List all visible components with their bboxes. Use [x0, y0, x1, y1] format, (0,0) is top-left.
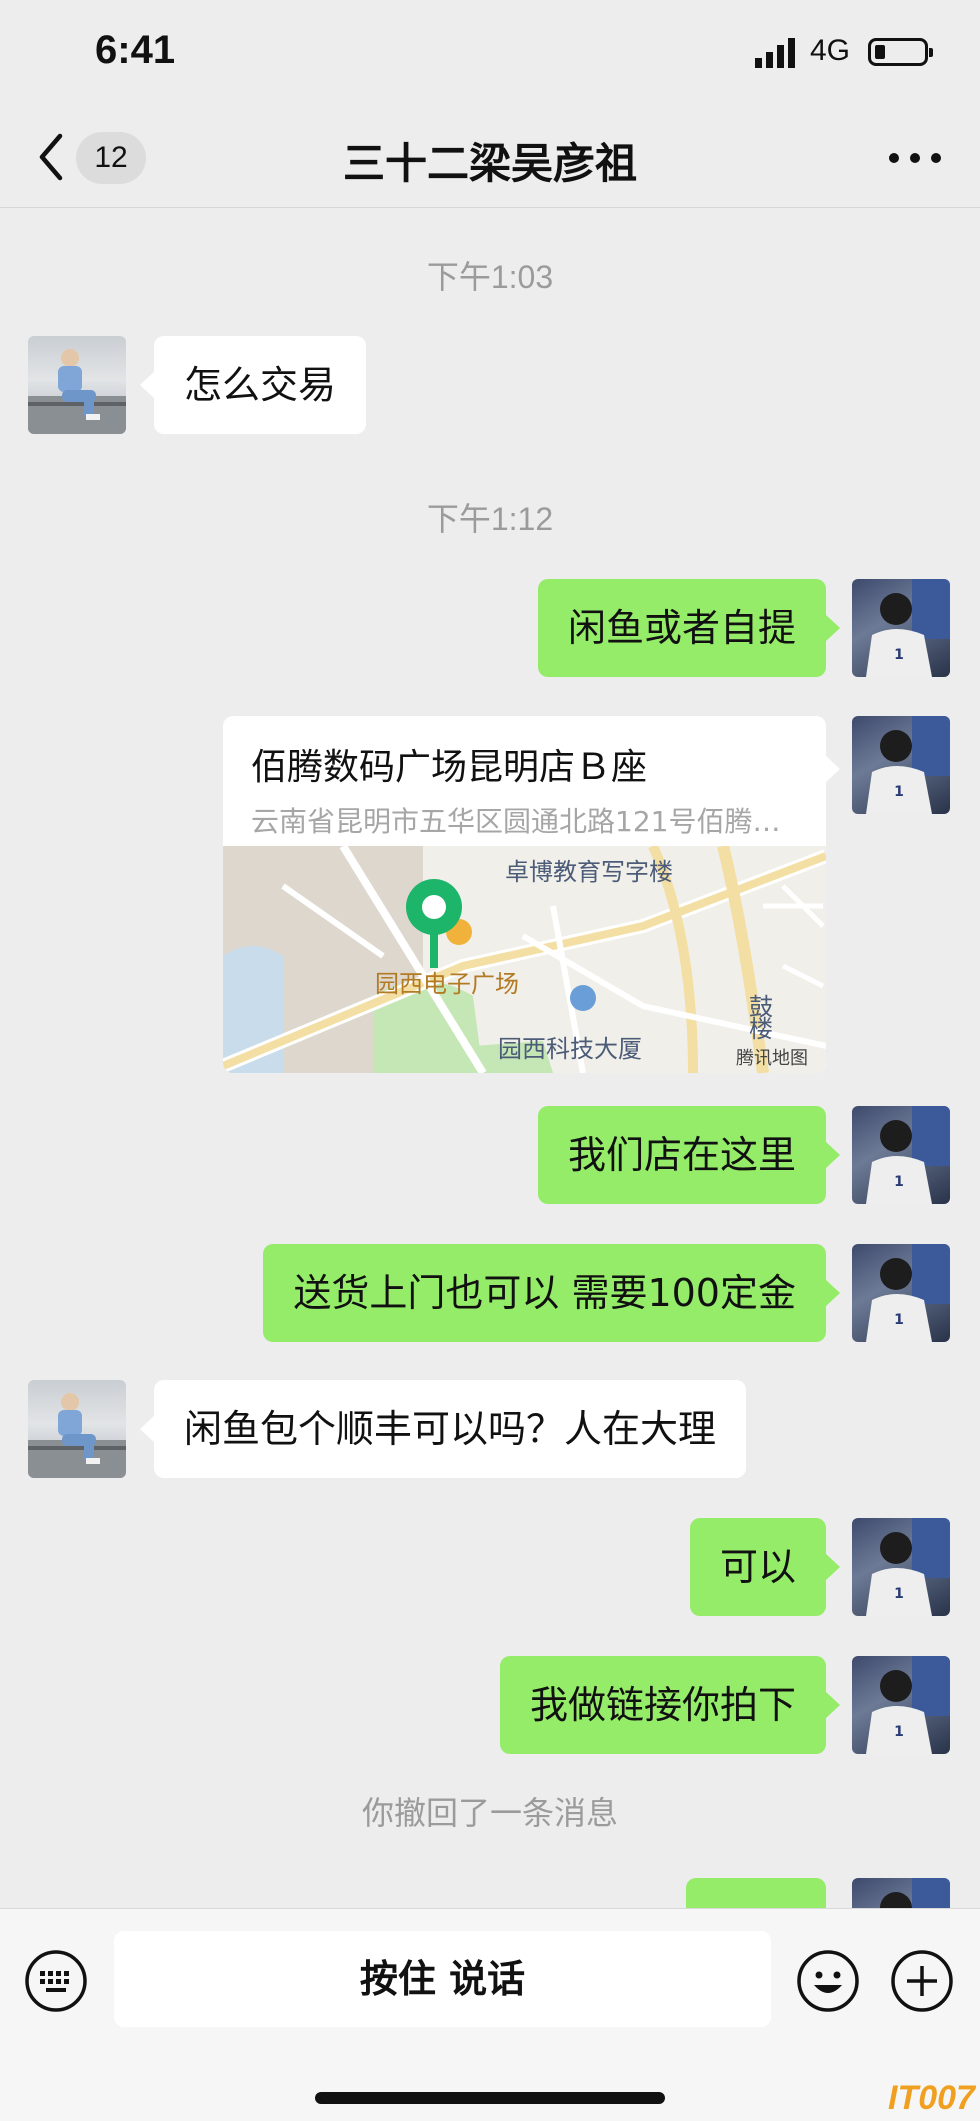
map-label: 鼓楼	[749, 993, 773, 1043]
message-bubble-incoming[interactable]: 闲鱼包个顺丰可以吗？人在大理	[139, 1380, 747, 1478]
svg-text:1: 1	[894, 1724, 904, 1740]
map-label: 卓博教育写字楼	[505, 858, 673, 886]
my-avatar[interactable]: 1	[852, 1656, 950, 1754]
person-icon: 1	[866, 1656, 950, 1754]
message-bubble-outgoing[interactable]: 我们店在这里	[537, 1106, 841, 1204]
svg-text:1: 1	[894, 1586, 904, 1602]
my-avatar[interactable]	[852, 1878, 950, 1908]
watermark-logo: IT007	[888, 2079, 975, 2117]
status-time: 6:41	[95, 28, 176, 72]
map-provider-logo: 腾讯地图	[736, 1048, 808, 1069]
contact-avatar[interactable]	[28, 336, 126, 434]
timestamp: 下午1:03	[426, 259, 554, 295]
message-bubble-outgoing-partial[interactable]	[686, 1878, 826, 1908]
message-bubble-incoming[interactable]: 怎么交易	[139, 336, 367, 434]
person-icon: 1	[866, 1518, 950, 1616]
chat-header: 12 三十二梁吴彦祖	[0, 108, 980, 208]
chevron-left-icon[interactable]	[36, 132, 66, 182]
contact-avatar[interactable]	[28, 1380, 126, 1478]
location-message-card[interactable]: 佰腾数码广场昆明店Ｂ座 云南省昆明市五华区圆通北路121号佰腾数码广场	[223, 716, 826, 1073]
message-bubble-outgoing[interactable]: 可以	[689, 1518, 841, 1616]
map-pin-icon	[406, 879, 462, 968]
person-icon: 1	[866, 1244, 950, 1342]
timestamp: 下午1:12	[426, 501, 554, 537]
chat-title: 三十二梁吴彦祖	[342, 139, 637, 188]
person-icon	[28, 349, 126, 434]
person-icon: 1	[866, 579, 950, 677]
bubble-tail	[826, 756, 840, 782]
map-label: 园西电子广场	[375, 970, 519, 998]
battery-icon	[868, 38, 933, 66]
message-bubble-outgoing[interactable]: 闲鱼或者自提	[537, 579, 841, 677]
recall-notice: 你撤回了一条消息	[361, 1794, 618, 1832]
svg-text:1: 1	[894, 784, 904, 800]
person-icon: 1	[866, 1106, 950, 1204]
svg-text:1: 1	[894, 1174, 904, 1190]
emoji-icon[interactable]	[796, 1949, 860, 2013]
person-icon	[880, 1878, 950, 1908]
my-avatar[interactable]: 1	[852, 1106, 950, 1204]
message-list[interactable]: 下午1:03 怎么交易 下午1:12 闲鱼或者自提 1 佰腾数码广场昆明店Ｂ座 …	[0, 208, 980, 1908]
unread-count-badge[interactable]: 12	[76, 132, 146, 184]
keyboard-icon[interactable]	[24, 1949, 88, 2013]
hold-to-talk-button[interactable]: 按住 说话	[114, 1931, 771, 2027]
map-label: 园西科技大厦	[498, 1035, 642, 1063]
message-bubble-outgoing[interactable]: 送货上门也可以 需要100定金	[263, 1244, 840, 1342]
home-indicator	[315, 2092, 665, 2104]
network-type: 4G	[810, 34, 851, 67]
location-address: 云南省昆明市五华区圆通北路121号佰腾数码广场	[251, 805, 801, 838]
svg-text:1: 1	[894, 1312, 904, 1328]
status-bar: 6:41 4G	[0, 0, 980, 108]
my-avatar[interactable]: 1	[852, 716, 950, 814]
svg-text:1: 1	[894, 647, 904, 663]
plus-icon[interactable]	[890, 1949, 954, 2013]
message-bubble-outgoing[interactable]: 我做链接你拍下	[499, 1656, 841, 1754]
my-avatar[interactable]: 1	[852, 579, 950, 677]
input-bar: 按住 说话 IT007	[0, 1908, 980, 2121]
signal-icon	[755, 38, 795, 68]
my-avatar[interactable]: 1	[852, 1518, 950, 1616]
map-preview[interactable]: 卓博教育写字楼 园西电子广场 园西科技大厦 鼓楼 腾讯地图	[223, 846, 826, 1073]
person-icon	[28, 1393, 126, 1478]
more-icon[interactable]	[880, 138, 950, 178]
my-avatar[interactable]: 1	[852, 1244, 950, 1342]
person-icon: 1	[866, 716, 950, 814]
location-title: 佰腾数码广场昆明店Ｂ座	[251, 747, 648, 788]
